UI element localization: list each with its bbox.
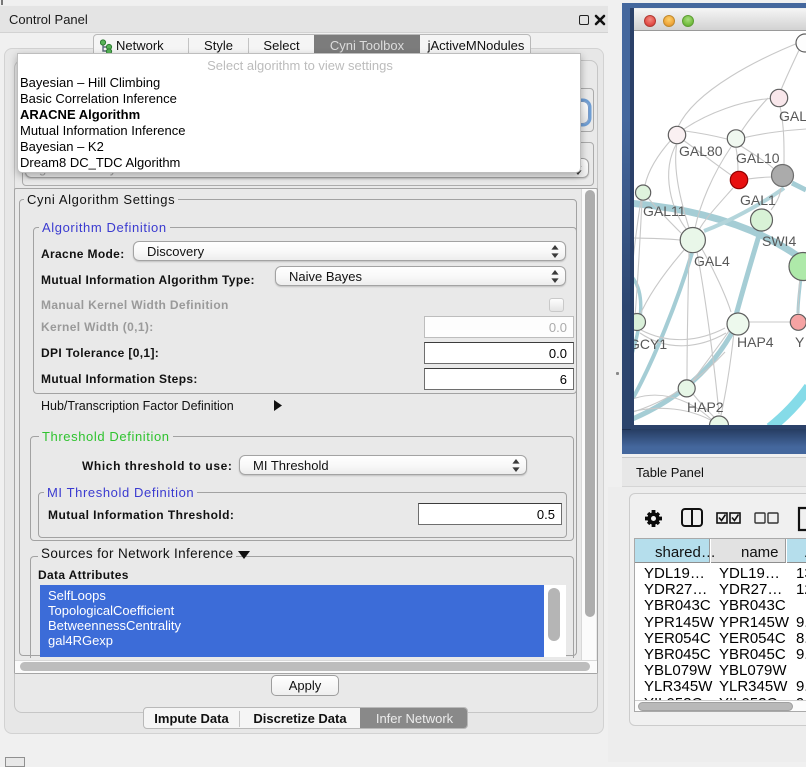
svg-text:Y: Y bbox=[795, 334, 805, 350]
svg-text:HAP4: HAP4 bbox=[737, 334, 774, 350]
svg-text:GAL10: GAL10 bbox=[736, 150, 780, 166]
svg-text:GAL1: GAL1 bbox=[740, 192, 776, 208]
svg-text:GAL11: GAL11 bbox=[643, 203, 686, 219]
svg-text:GAL80: GAL80 bbox=[679, 143, 723, 159]
svg-text:GAL4: GAL4 bbox=[694, 253, 730, 269]
svg-text:SWI4: SWI4 bbox=[762, 233, 796, 249]
svg-text:GCY1: GCY1 bbox=[634, 336, 667, 352]
svg-text:HAP2: HAP2 bbox=[687, 399, 724, 415]
svg-text:GAL7: GAL7 bbox=[779, 108, 806, 124]
